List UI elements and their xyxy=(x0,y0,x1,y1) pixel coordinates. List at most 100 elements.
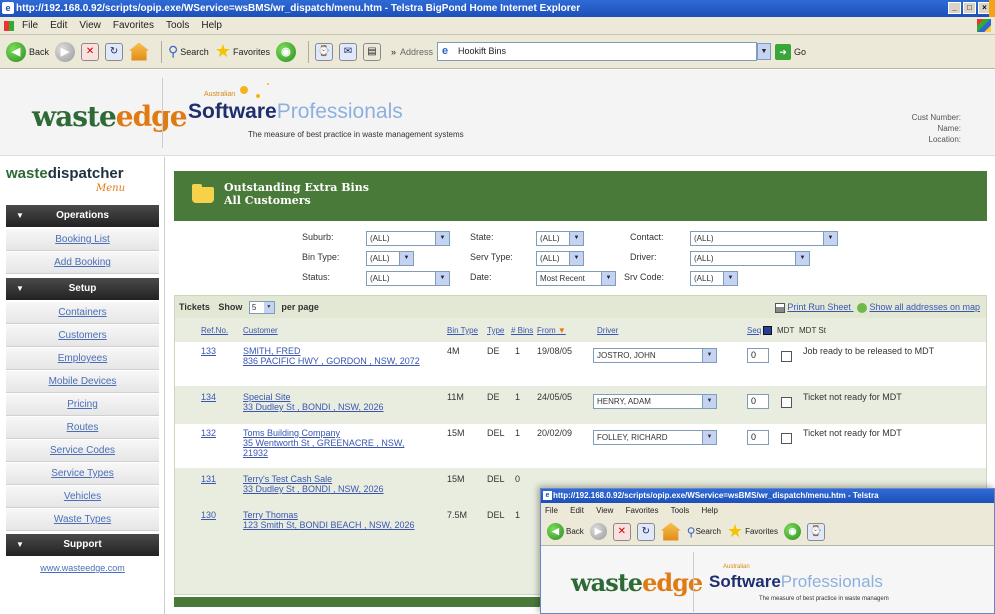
address-input[interactable]: Hookift Bins xyxy=(437,42,758,61)
ticket-driver-select[interactable]: HENRY, ADAM xyxy=(593,394,717,409)
table-row[interactable]: 133 SMITH, FRED 836 PACIFIC HWY , GORDON… xyxy=(175,342,986,386)
sidebar-item-booking-list[interactable]: Booking List xyxy=(6,229,159,251)
ticket-seq-input[interactable]: 0 xyxy=(747,348,769,363)
print-button[interactable]: ▤ xyxy=(362,42,381,61)
menu-view[interactable]: View xyxy=(596,506,613,515)
menu-edit[interactable]: Edit xyxy=(570,506,584,515)
ticket-customer[interactable]: Toms Building Company xyxy=(243,428,340,438)
ticket-driver-select[interactable]: JOSTRO, JOHN xyxy=(593,348,717,363)
ticket-mdt-checkbox[interactable] xyxy=(781,351,792,362)
ticket-driver-select[interactable]: FOLLEY, RICHARD xyxy=(593,430,717,445)
back-button[interactable]: ◀ Back xyxy=(6,41,49,62)
sidebar-item-routes[interactable]: Routes xyxy=(6,417,159,439)
col-seq[interactable]: Seq xyxy=(747,326,773,336)
menu-file[interactable]: File xyxy=(22,20,38,31)
website-link[interactable]: www.wasteedge.com xyxy=(6,563,159,573)
sidebar-item-employees[interactable]: Employees xyxy=(6,348,159,370)
table-row[interactable]: 132 Toms Building Company 35 Wentworth S… xyxy=(175,424,986,468)
forward-button[interactable]: ▶ xyxy=(55,41,76,62)
menu-tools[interactable]: Tools xyxy=(671,506,690,515)
ticket-ref[interactable]: 130 xyxy=(201,510,216,520)
save-icon[interactable] xyxy=(763,326,773,336)
ticket-customer[interactable]: SMITH, FRED xyxy=(243,346,301,356)
media-button[interactable]: ◉ xyxy=(784,523,801,540)
sidebar-item-pricing[interactable]: Pricing xyxy=(6,394,159,416)
minimize-button[interactable]: _ xyxy=(948,2,961,14)
address-dropdown-button[interactable]: ▼ xyxy=(757,43,772,60)
refresh-button[interactable]: ↻ xyxy=(636,522,655,541)
section-setup[interactable]: ▼ Setup xyxy=(6,278,159,300)
ticket-ref[interactable]: 131 xyxy=(201,474,216,484)
menu-view[interactable]: View xyxy=(79,20,101,31)
search-button[interactable]: ⚲ Search xyxy=(687,525,721,539)
history-button[interactable]: ⌚ xyxy=(314,42,333,61)
forward-button[interactable]: ▶ xyxy=(589,523,607,540)
col-driver[interactable]: Driver xyxy=(597,326,618,335)
ticket-ref[interactable]: 133 xyxy=(201,346,216,356)
ticket-mdt-checkbox[interactable] xyxy=(781,433,792,444)
ticket-seq-input[interactable]: 0 xyxy=(747,394,769,409)
stop-button[interactable]: ✕ xyxy=(612,522,631,541)
maximize-button[interactable]: □ xyxy=(963,2,976,14)
back-button[interactable]: ◀ Back xyxy=(547,523,584,540)
section-operations[interactable]: ▼ Operations xyxy=(6,205,159,227)
ticket-address[interactable]: 33 Dudley St , BONDI , NSW, 2026 xyxy=(243,484,433,494)
ticket-address[interactable]: 836 PACIFIC HWY , GORDON , NSW, 2072 xyxy=(243,356,423,366)
menu-help[interactable]: Help xyxy=(702,506,718,515)
sidebar-item-service-types[interactable]: Service Types xyxy=(6,463,159,485)
favorites-button[interactable]: ★ Favorites xyxy=(215,41,270,62)
state-select[interactable]: (ALL) xyxy=(536,231,584,246)
favorites-button[interactable]: ★ Favorites xyxy=(727,521,778,542)
sidebar-item-add-booking[interactable]: Add Booking xyxy=(6,252,159,274)
ticket-address[interactable]: 123 Smith St, BONDI BEACH , NSW, 2026 xyxy=(243,520,423,530)
search-button[interactable]: ⚲ Search xyxy=(168,43,209,60)
ticket-seq-input[interactable]: 0 xyxy=(747,430,769,445)
menu-favorites[interactable]: Favorites xyxy=(626,506,659,515)
menu-tools[interactable]: Tools xyxy=(166,20,189,31)
menu-edit[interactable]: Edit xyxy=(50,20,67,31)
menu-favorites[interactable]: Favorites xyxy=(113,20,154,31)
menu-file[interactable]: File xyxy=(545,506,558,515)
ticket-ref[interactable]: 134 xyxy=(201,392,216,402)
serv-type-select[interactable]: (ALL) xyxy=(536,251,584,266)
col-ref[interactable]: Ref.No. xyxy=(201,326,228,335)
date-select[interactable]: Most Recent xyxy=(536,271,616,286)
go-button[interactable]: ➜ xyxy=(775,43,792,60)
page-size-select[interactable]: 5 xyxy=(248,301,275,315)
col-type[interactable]: Type xyxy=(487,326,504,335)
bin-type-select[interactable]: (ALL) xyxy=(366,251,414,266)
status-select[interactable]: (ALL) xyxy=(366,271,450,286)
stop-button[interactable]: ✕ xyxy=(81,42,100,61)
col-from[interactable]: From ▼ xyxy=(537,326,566,335)
srv-code-select[interactable]: (ALL) xyxy=(690,271,738,286)
col-bin-type[interactable]: Bin Type xyxy=(447,326,478,335)
sidebar-item-customers[interactable]: Customers xyxy=(6,325,159,347)
history-button[interactable]: ⌚ xyxy=(807,522,825,541)
ticket-customer[interactable]: Terry's Test Cash Sale xyxy=(243,474,332,484)
sidebar-item-vehicles[interactable]: Vehicles xyxy=(6,486,159,508)
sidebar-item-containers[interactable]: Containers xyxy=(6,302,159,324)
driver-select[interactable]: (ALL) xyxy=(690,251,810,266)
col-customer[interactable]: Customer xyxy=(243,326,278,335)
ticket-ref[interactable]: 132 xyxy=(201,428,216,438)
contact-select[interactable]: (ALL) xyxy=(690,231,838,246)
sidebar-item-service-codes[interactable]: Service Codes xyxy=(6,440,159,462)
ticket-address[interactable]: 33 Dudley St , BONDI , NSW, 2026 xyxy=(243,402,433,412)
col-bins[interactable]: # Bins xyxy=(511,326,533,335)
ticket-customer[interactable]: Special Site xyxy=(243,392,291,402)
mail-button[interactable]: ✉ xyxy=(338,42,357,61)
ticket-mdt-checkbox[interactable] xyxy=(781,397,792,408)
media-button[interactable]: ◉ xyxy=(275,41,296,62)
sidebar-item-waste-types[interactable]: Waste Types xyxy=(6,509,159,531)
refresh-button[interactable]: ↻ xyxy=(105,42,124,61)
table-row[interactable]: 134 Special Site 33 Dudley St , BONDI , … xyxy=(175,388,986,422)
menu-help[interactable]: Help xyxy=(201,20,222,31)
ticket-address[interactable]: 35 Wentworth St , GREENACRE , NSW, 21932 xyxy=(243,438,423,458)
ticket-customer[interactable]: Terry Thomas xyxy=(243,510,298,520)
sidebar-item-mobile-devices[interactable]: Mobile Devices xyxy=(6,371,159,393)
section-support[interactable]: ▼ Support xyxy=(6,534,159,556)
show-all-addresses-link[interactable]: Show all addresses on map xyxy=(869,302,980,312)
print-run-sheet-link[interactable]: Print Run Sheet xyxy=(787,302,851,312)
home-button[interactable] xyxy=(660,522,681,541)
home-button[interactable] xyxy=(129,42,150,61)
